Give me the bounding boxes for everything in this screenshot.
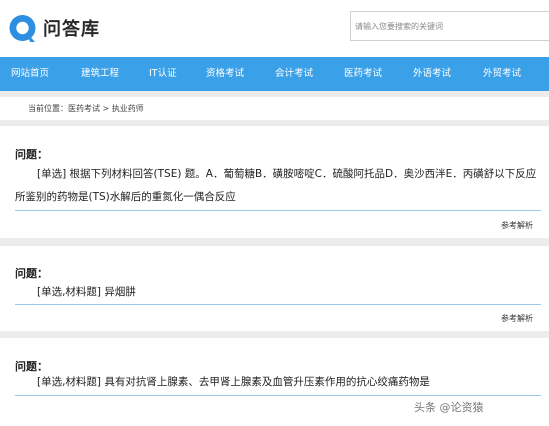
- main-nav: 网站首页 建筑工程 IT认证 资格考试 会计考试 医药考试 外语考试 外贸考试: [0, 57, 549, 91]
- breadcrumb-bar: 当前位置：医药考试 > 执业药师: [0, 97, 549, 120]
- nav-item-accounting[interactable]: 会计考试: [275, 57, 313, 91]
- site-header: 问答库: [0, 0, 549, 57]
- logo-text: 问答库: [43, 19, 100, 40]
- nav-item-it-cert[interactable]: IT认证: [149, 57, 177, 91]
- search-input[interactable]: [351, 12, 549, 40]
- question-divider: [15, 304, 541, 305]
- question-divider: [15, 210, 541, 211]
- nav-item-construction[interactable]: 建筑工程: [81, 57, 119, 91]
- question-card: 问题： [单选,材料题] 异烟肼 参考解析: [0, 246, 549, 331]
- question-text: [单选] 根据下列材料回答(TSE) 题。A．葡萄糖B．磺胺嘧啶C．硫酸阿托品D…: [15, 168, 537, 203]
- logo-q-icon: [7, 13, 38, 44]
- question-title: 问题：: [15, 267, 48, 280]
- nav-item-language[interactable]: 外语考试: [413, 57, 451, 91]
- nav-item-home[interactable]: 网站首页: [11, 57, 49, 91]
- nav-item-qualification[interactable]: 资格考试: [206, 57, 244, 91]
- analysis-link[interactable]: 参考解析: [501, 313, 533, 324]
- breadcrumb: 当前位置：医药考试 > 执业药师: [28, 104, 144, 113]
- watermark-text: 头条 @论资猿: [414, 401, 484, 414]
- question-text: [单选,材料题] 具有对抗肾上腺素、去甲肾上腺素及血管升压素作用的抗心绞痛药物是: [37, 376, 430, 388]
- question-text: [单选,材料题] 异烟肼: [37, 286, 136, 298]
- question-title: 问题：: [15, 148, 48, 161]
- site-logo[interactable]: 问答库: [7, 12, 100, 44]
- search-box: [350, 11, 549, 41]
- nav-item-trade[interactable]: 外贸考试: [483, 57, 521, 91]
- nav-item-medicine[interactable]: 医药考试: [344, 57, 382, 91]
- question-card: 问题： [单选] 根据下列材料回答(TSE) 题。A．葡萄糖B．磺胺嘧啶C．硫酸…: [0, 126, 549, 238]
- watermark: 头条 @论资猿: [414, 396, 484, 418]
- analysis-link[interactable]: 参考解析: [501, 220, 533, 231]
